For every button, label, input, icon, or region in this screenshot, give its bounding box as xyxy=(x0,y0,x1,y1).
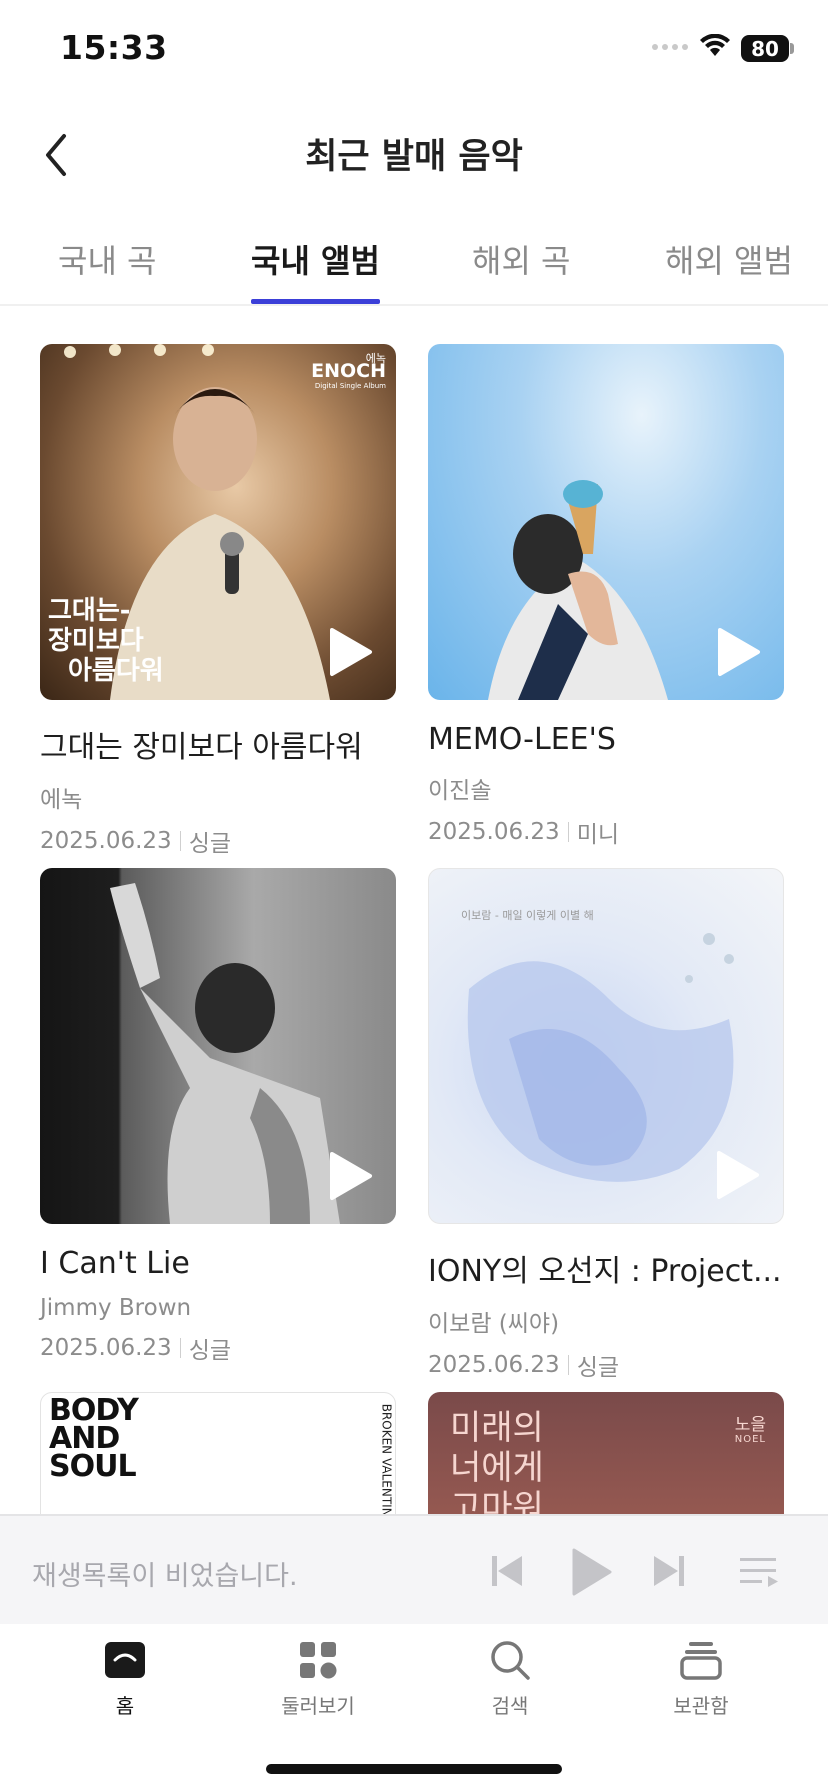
cover-line: 고마워 xyxy=(450,1488,544,1514)
album-meta: 2025.06.23 싱글 xyxy=(40,1331,396,1365)
cover-artist-en: NOEL xyxy=(734,1434,766,1445)
play-icon[interactable] xyxy=(326,626,374,678)
home-icon xyxy=(105,1642,145,1678)
tab-domestic-albums[interactable]: 국내 앨범 xyxy=(251,236,380,304)
tab-international-albums[interactable]: 해외 앨범 xyxy=(665,236,793,304)
album-card[interactable]: MEMO-LEE'S 이진솔 2025.06.23 미니 xyxy=(428,344,784,849)
album-type: 미니 xyxy=(576,822,620,848)
play-icon[interactable] xyxy=(326,1150,374,1202)
album-meta: 2025.06.23 미니 xyxy=(428,815,784,849)
cover-subtitle: Digital Single Album xyxy=(314,382,386,390)
nav-label: 검색 xyxy=(491,1694,529,1718)
album-artist[interactable]: Jimmy Brown xyxy=(40,1295,396,1321)
album-cover[interactable] xyxy=(40,868,396,1224)
tab-international-songs[interactable]: 해외 곡 xyxy=(472,236,571,304)
cover-logo: ENOCH xyxy=(311,360,386,382)
album-type: 싱글 xyxy=(576,1355,620,1381)
release-date: 2025.06.23 xyxy=(428,819,560,845)
divider xyxy=(567,822,569,842)
nav-label: 홈 xyxy=(115,1694,135,1718)
cellular-signal-icon xyxy=(652,44,688,50)
empty-playlist-text: 재생목록이 비었습니다. xyxy=(32,1561,298,1592)
battery-cap xyxy=(790,43,794,54)
album-title: IONY의 오선지 : Project... xyxy=(428,1254,782,1289)
album-cover[interactable]: 이보람 - 매일 이렇게 이별 해 xyxy=(428,868,784,1224)
home-indicator xyxy=(266,1764,562,1774)
cover-side-text: BROKEN VALENTINE xyxy=(379,1403,394,1514)
status-time: 15:33 xyxy=(60,28,168,67)
album-type: 싱글 xyxy=(188,831,232,857)
album-card[interactable]: 에녹 ENOCH Digital Single Album 그대는- 장미보다 … xyxy=(40,344,396,858)
cover-line: 너에게 xyxy=(450,1448,544,1488)
album-artist[interactable]: 이진솔 xyxy=(428,771,784,805)
cover-title-text: BODY AND SOUL xyxy=(49,1396,139,1484)
album-card[interactable]: I Can't Lie Jimmy Brown 2025.06.23 싱글 xyxy=(40,868,396,1365)
cover-line: 미래의 xyxy=(450,1408,544,1448)
nav-item-browse[interactable]: 둘러보기 xyxy=(243,1638,393,1719)
category-tabs: 국내 곡 국내 앨범 해외 곡 해외 앨범 xyxy=(0,232,828,306)
divider xyxy=(567,1355,569,1375)
battery-icon: 80 xyxy=(741,35,789,62)
divider xyxy=(179,1338,181,1358)
album-type: 싱글 xyxy=(188,1338,232,1364)
album-artist[interactable]: 이보람 (씨야) xyxy=(428,1304,784,1338)
cover-title-text: 그대는- 장미보다 아름다워 xyxy=(48,596,164,686)
release-date: 2025.06.23 xyxy=(428,1352,560,1378)
cover-line: 그대는- xyxy=(48,596,131,626)
album-meta: 2025.06.23 싱글 xyxy=(40,824,396,858)
album-card[interactable]: 미래의 너에게 고마워 노을 NOEL xyxy=(428,1392,784,1514)
album-artist[interactable]: 에녹 xyxy=(40,780,396,814)
release-date: 2025.06.23 xyxy=(40,1335,172,1361)
cover-title-text: 미래의 너에게 고마워 xyxy=(450,1408,544,1514)
album-title: 그대는 장미보다 아름다워 xyxy=(40,730,363,765)
cover-line: SOUL xyxy=(49,1449,137,1484)
album-meta: 2025.06.23 싱글 xyxy=(428,1348,784,1382)
previous-track-icon[interactable] xyxy=(488,1546,526,1596)
cover-artist-ko: 노을 xyxy=(734,1415,766,1435)
wifi-icon xyxy=(700,34,730,56)
play-pause-icon[interactable] xyxy=(568,1546,614,1598)
album-cover[interactable] xyxy=(428,344,784,700)
release-date: 2025.06.23 xyxy=(40,828,172,854)
tab-domestic-songs[interactable]: 국내 곡 xyxy=(58,236,157,304)
album-cover[interactable]: 미래의 너에게 고마워 노을 NOEL xyxy=(428,1392,784,1514)
playlist-icon[interactable] xyxy=(738,1546,780,1596)
album-card[interactable]: 이보람 - 매일 이렇게 이별 해 IONY의 오선지 : Project...… xyxy=(428,868,784,1382)
search-icon xyxy=(491,1641,530,1680)
album-title: I Can't Lie xyxy=(40,1246,190,1281)
album-card[interactable]: BODY AND SOUL BROKEN VALENTINE xyxy=(40,1392,396,1514)
nav-item-home[interactable]: 홈 xyxy=(50,1638,200,1719)
library-icon xyxy=(680,1642,722,1680)
next-track-icon[interactable] xyxy=(650,1546,688,1596)
cover-line: 아름다워 xyxy=(68,656,164,686)
mini-player: 재생목록이 비었습니다. xyxy=(0,1514,828,1626)
cover-line: 장미보다 xyxy=(48,626,144,656)
divider xyxy=(179,831,181,851)
album-title: MEMO-LEE'S xyxy=(428,722,616,757)
play-icon[interactable] xyxy=(714,626,762,678)
album-grid: 에녹 ENOCH Digital Single Album 그대는- 장미보다 … xyxy=(0,304,828,1514)
album-cover[interactable]: 에녹 ENOCH Digital Single Album 그대는- 장미보다 … xyxy=(40,344,396,700)
nav-item-search[interactable]: 검색 xyxy=(435,1638,585,1719)
cover-top-text: 이보람 - 매일 이렇게 이별 해 xyxy=(461,909,594,922)
page-title: 최근 발매 음악 xyxy=(305,137,523,177)
browse-grid-icon xyxy=(300,1642,337,1679)
nav-label: 보관함 xyxy=(673,1694,729,1718)
play-icon[interactable] xyxy=(713,1149,761,1201)
album-cover[interactable]: BODY AND SOUL BROKEN VALENTINE xyxy=(40,1392,396,1514)
nav-label: 둘러보기 xyxy=(281,1694,355,1718)
status-bar: 15:33 80 xyxy=(0,0,828,100)
nav-item-library[interactable]: 보관함 xyxy=(626,1638,776,1719)
